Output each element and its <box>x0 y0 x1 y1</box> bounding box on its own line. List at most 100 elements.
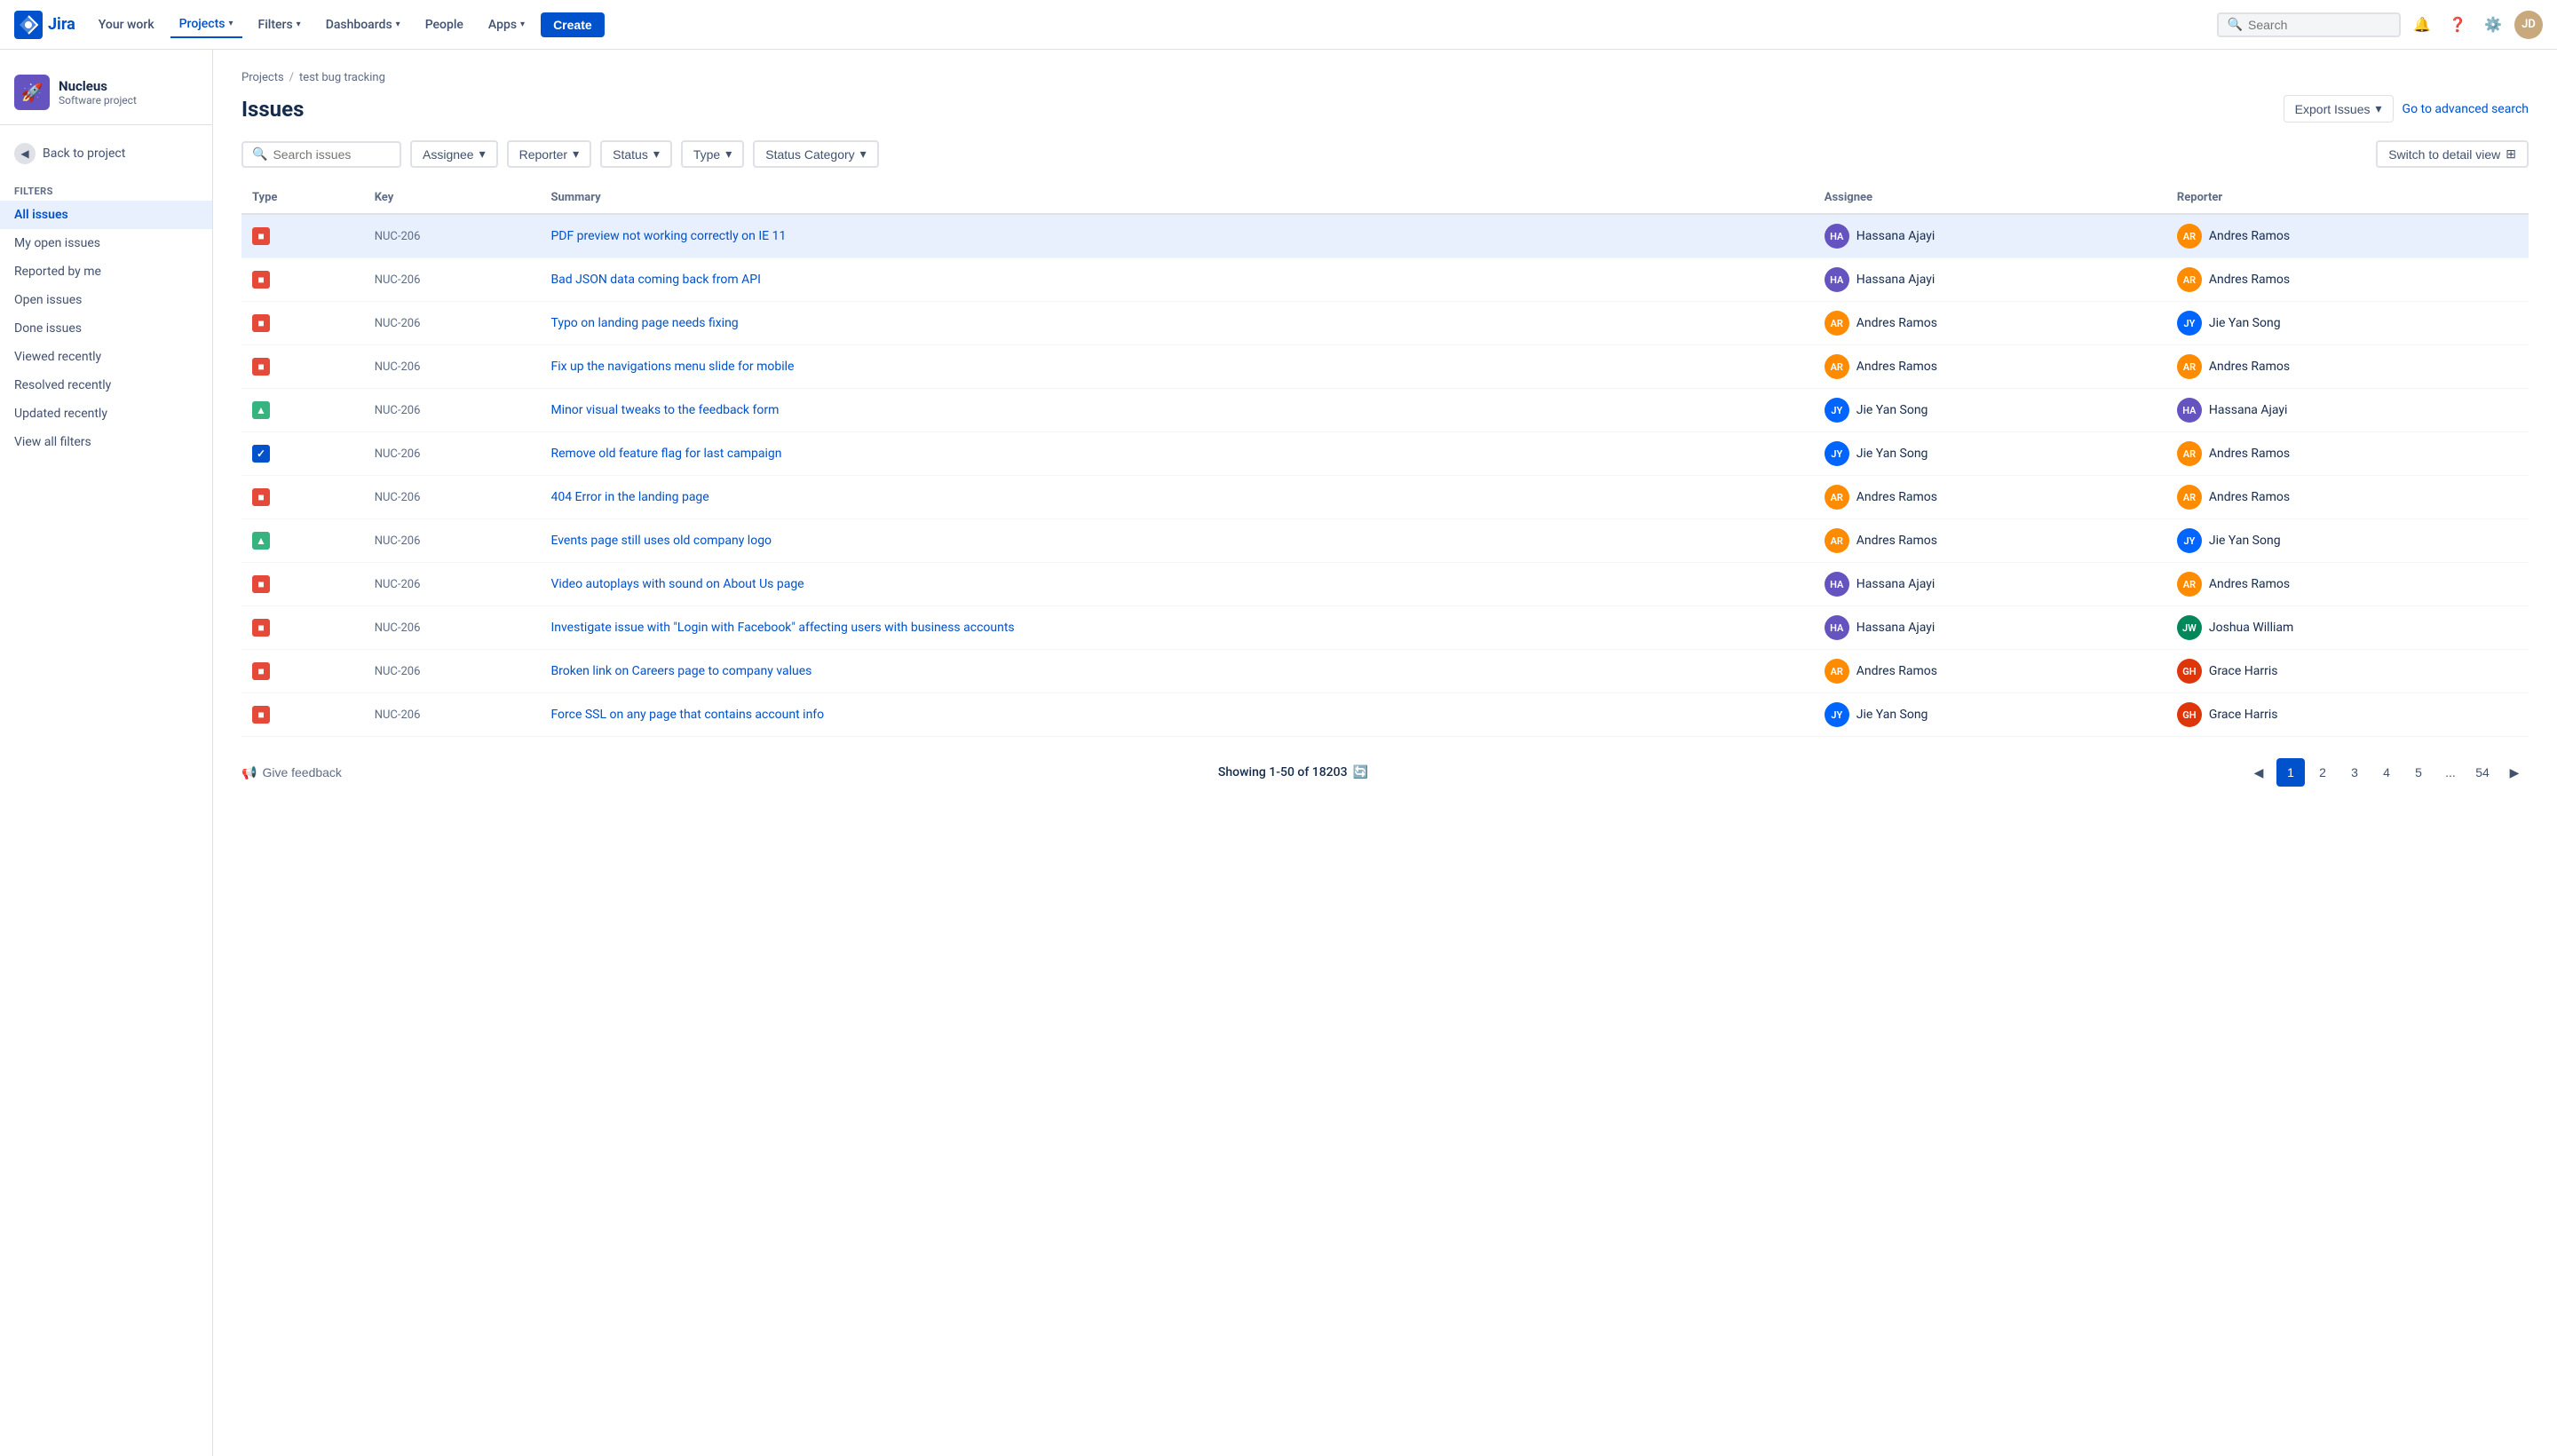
col-summary[interactable]: Summary <box>540 182 1813 214</box>
projects-chevron-icon: ▾ <box>228 19 233 28</box>
table-row[interactable]: ■ NUC-206 Bad JSON data coming back from… <box>241 258 2529 302</box>
col-type[interactable]: Type <box>241 182 364 214</box>
search-issues-wrap[interactable]: 🔍 <box>241 141 401 168</box>
reporter-cell: AR Andres Ramos <box>2177 572 2518 597</box>
sidebar-item-view-all-filters[interactable]: View all filters <box>0 428 212 456</box>
issue-summary[interactable]: Bad JSON data coming back from API <box>550 273 760 287</box>
table-row[interactable]: ■ NUC-206 404 Error in the landing page … <box>241 476 2529 519</box>
table-row[interactable]: ✓ NUC-206 Remove old feature flag for la… <box>241 432 2529 476</box>
search-input[interactable] <box>2248 18 2390 32</box>
issue-summary[interactable]: Events page still uses old company logo <box>550 534 772 548</box>
table-row[interactable]: ▲ NUC-206 Minor visual tweaks to the fee… <box>241 389 2529 432</box>
sidebar-item-open-issues[interactable]: Open issues <box>0 286 212 314</box>
sidebar-item-done-issues[interactable]: Done issues <box>0 314 212 343</box>
issue-summary[interactable]: Minor visual tweaks to the feedback form <box>550 403 779 417</box>
sidebar-item-updated-recently[interactable]: Updated recently <box>0 400 212 428</box>
issue-key: NUC-206 <box>364 519 541 563</box>
nav-dashboards[interactable]: Dashboards ▾ <box>317 12 409 37</box>
page-5-button[interactable]: 5 <box>2404 758 2433 787</box>
jira-logo[interactable]: Jira <box>14 11 75 39</box>
issue-summary[interactable]: Force SSL on any page that contains acco… <box>550 708 824 722</box>
col-key[interactable]: Key <box>364 182 541 214</box>
assignee-avatar: HA <box>1825 267 1849 292</box>
issues-tbody: ■ NUC-206 PDF preview not working correc… <box>241 214 2529 737</box>
issue-type-icon: ■ <box>252 271 270 289</box>
assignee-cell: AR Andres Ramos <box>1825 311 2156 336</box>
page-2-button[interactable]: 2 <box>2308 758 2337 787</box>
breadcrumb-test-bug-tracking[interactable]: test bug tracking <box>299 71 385 84</box>
assignee-avatar: HA <box>1825 224 1849 249</box>
assignee-filter-button[interactable]: Assignee ▾ <box>410 140 498 168</box>
export-issues-button[interactable]: Export Issues ▾ <box>2284 95 2394 123</box>
issue-summary[interactable]: 404 Error in the landing page <box>550 490 709 504</box>
reporter-cell: AR Andres Ramos <box>2177 224 2518 249</box>
nav-projects[interactable]: Projects ▾ <box>170 12 242 38</box>
issue-summary[interactable]: PDF preview not working correctly on IE … <box>550 229 786 243</box>
sidebar-item-viewed-recently[interactable]: Viewed recently <box>0 343 212 371</box>
sidebar-item-my-open-issues[interactable]: My open issues <box>0 229 212 257</box>
assignee-avatar: AR <box>1825 659 1849 684</box>
issue-summary[interactable]: Investigate issue with "Login with Faceb… <box>550 621 1014 635</box>
issue-summary[interactable]: Fix up the navigations menu slide for mo… <box>550 360 794 374</box>
assignee-avatar: JY <box>1825 441 1849 466</box>
breadcrumb-projects[interactable]: Projects <box>241 71 284 84</box>
table-row[interactable]: ■ NUC-206 PDF preview not working correc… <box>241 214 2529 258</box>
nav-apps[interactable]: Apps ▾ <box>479 12 534 37</box>
help-button[interactable]: ❓ <box>2443 11 2472 39</box>
user-avatar[interactable]: JD <box>2514 11 2543 39</box>
search-issues-input[interactable] <box>273 147 379 162</box>
issues-table: Type Key Summary Assignee Reporter ■ NUC… <box>241 182 2529 737</box>
table-row[interactable]: ■ NUC-206 Typo on landing page needs fix… <box>241 302 2529 345</box>
issue-summary[interactable]: Broken link on Careers page to company v… <box>550 664 811 678</box>
detail-view-button[interactable]: Switch to detail view ⊞ <box>2376 140 2529 168</box>
page-3-button[interactable]: 3 <box>2340 758 2369 787</box>
reporter-chevron-icon: ▾ <box>573 146 579 162</box>
reporter-cell: GH Grace Harris <box>2177 702 2518 727</box>
nav-people[interactable]: People <box>416 12 472 37</box>
advanced-search-link[interactable]: Go to advanced search <box>2403 102 2529 116</box>
create-button[interactable]: Create <box>541 12 605 37</box>
back-to-project[interactable]: ◀ Back to project <box>0 136 212 171</box>
issue-summary[interactable]: Video autoplays with sound on About Us p… <box>550 577 804 591</box>
table-row[interactable]: ■ NUC-206 Broken link on Careers page to… <box>241 650 2529 693</box>
table-row[interactable]: ■ NUC-206 Investigate issue with "Login … <box>241 606 2529 650</box>
sidebar-item-resolved-recently[interactable]: Resolved recently <box>0 371 212 400</box>
reporter-name: Andres Ramos <box>2209 447 2290 461</box>
nav-your-work[interactable]: Your work <box>90 12 163 37</box>
type-filter-button[interactable]: Type ▾ <box>681 140 744 168</box>
sidebar-item-reported-by-me[interactable]: Reported by me <box>0 257 212 286</box>
reporter-name: Jie Yan Song <box>2209 534 2281 548</box>
nav-filters[interactable]: Filters ▾ <box>249 12 310 37</box>
issue-summary[interactable]: Typo on landing page needs fixing <box>550 316 738 330</box>
col-assignee[interactable]: Assignee <box>1814 182 2166 214</box>
feedback-button[interactable]: 📢 Give feedback <box>241 765 342 780</box>
table-row[interactable]: ■ NUC-206 Force SSL on any page that con… <box>241 693 2529 737</box>
page-title: Issues <box>241 97 304 122</box>
global-search[interactable]: 🔍 <box>2217 12 2401 37</box>
project-avatar: 🚀 <box>14 75 50 110</box>
table-row[interactable]: ▲ NUC-206 Events page still uses old com… <box>241 519 2529 563</box>
export-chevron-icon: ▾ <box>2376 101 2382 116</box>
sidebar-item-all-issues[interactable]: All issues <box>0 201 212 229</box>
issue-summary[interactable]: Remove old feature flag for last campaig… <box>550 447 781 461</box>
pagination-pages: ◀ 1 2 3 4 5 ... 54 ▶ <box>2244 758 2529 787</box>
reporter-cell: AR Andres Ramos <box>2177 441 2518 466</box>
page-54-button[interactable]: 54 <box>2468 758 2497 787</box>
notifications-button[interactable]: 🔔 <box>2408 11 2436 39</box>
breadcrumb: Projects / test bug tracking <box>241 71 2529 84</box>
col-reporter[interactable]: Reporter <box>2166 182 2529 214</box>
table-row[interactable]: ■ NUC-206 Fix up the navigations menu sl… <box>241 345 2529 389</box>
next-page-button[interactable]: ▶ <box>2500 758 2529 787</box>
refresh-icon[interactable]: 🔄 <box>1353 765 1368 779</box>
pagination: 📢 Give feedback Showing 1-50 of 18203 🔄 … <box>241 744 2529 801</box>
page-4-button[interactable]: 4 <box>2372 758 2401 787</box>
status-category-filter-button[interactable]: Status Category ▾ <box>753 140 878 168</box>
assignee-avatar: AR <box>1825 311 1849 336</box>
prev-page-button[interactable]: ◀ <box>2244 758 2273 787</box>
reporter-filter-button[interactable]: Reporter ▾ <box>507 140 592 168</box>
status-filter-button[interactable]: Status ▾ <box>600 140 672 168</box>
table-row[interactable]: ■ NUC-206 Video autoplays with sound on … <box>241 563 2529 606</box>
settings-button[interactable]: ⚙️ <box>2479 11 2507 39</box>
reporter-avatar: AR <box>2177 572 2202 597</box>
page-1-button[interactable]: 1 <box>2276 758 2305 787</box>
